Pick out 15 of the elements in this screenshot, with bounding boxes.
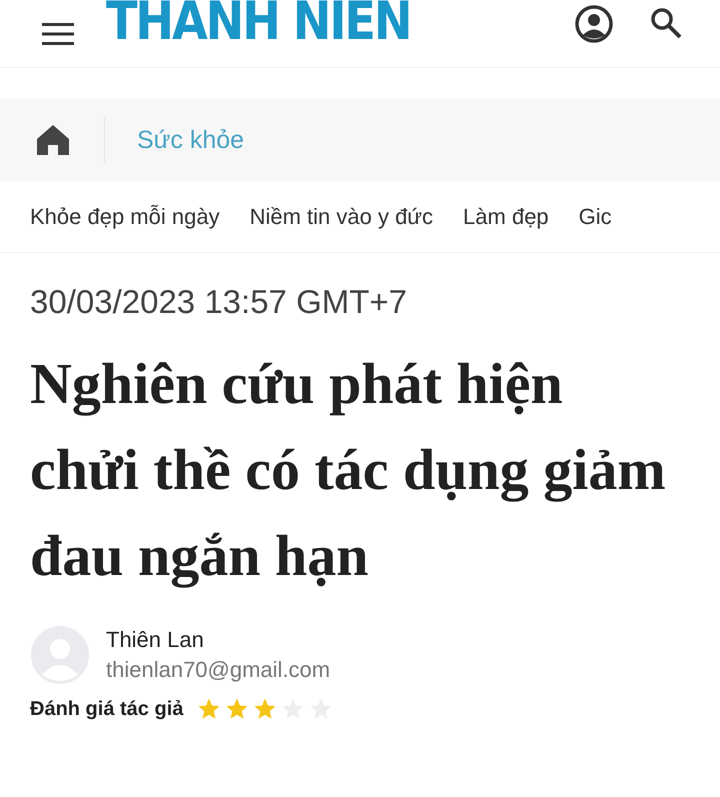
article-title: Nghiên cứu phát hiện chửi thề có tác dụng giảm đau ngắn hạn bbox=[30, 350, 667, 590]
publish-date: 30/03/2023 13:57 GMT+7 bbox=[30, 283, 408, 321]
star-icon[interactable] bbox=[225, 697, 250, 721]
category-tab[interactable]: Niềm tin vào y đức bbox=[250, 204, 434, 230]
category-tab[interactable]: Khỏe đẹp mỗi ngày bbox=[30, 204, 220, 230]
star-icon[interactable] bbox=[253, 697, 278, 721]
category-tab[interactable]: Gic bbox=[578, 204, 612, 230]
star-icon[interactable] bbox=[197, 697, 222, 721]
author-name[interactable]: Thiên Lan bbox=[106, 627, 330, 653]
rating-label: Đánh giá tác giả bbox=[30, 698, 184, 720]
category-tab[interactable]: Làm đẹp bbox=[463, 204, 549, 230]
author-email: thienlan70@gmail.com bbox=[106, 657, 330, 683]
account-icon[interactable] bbox=[574, 4, 614, 44]
star-rating[interactable] bbox=[197, 697, 334, 721]
home-icon[interactable] bbox=[36, 123, 70, 157]
